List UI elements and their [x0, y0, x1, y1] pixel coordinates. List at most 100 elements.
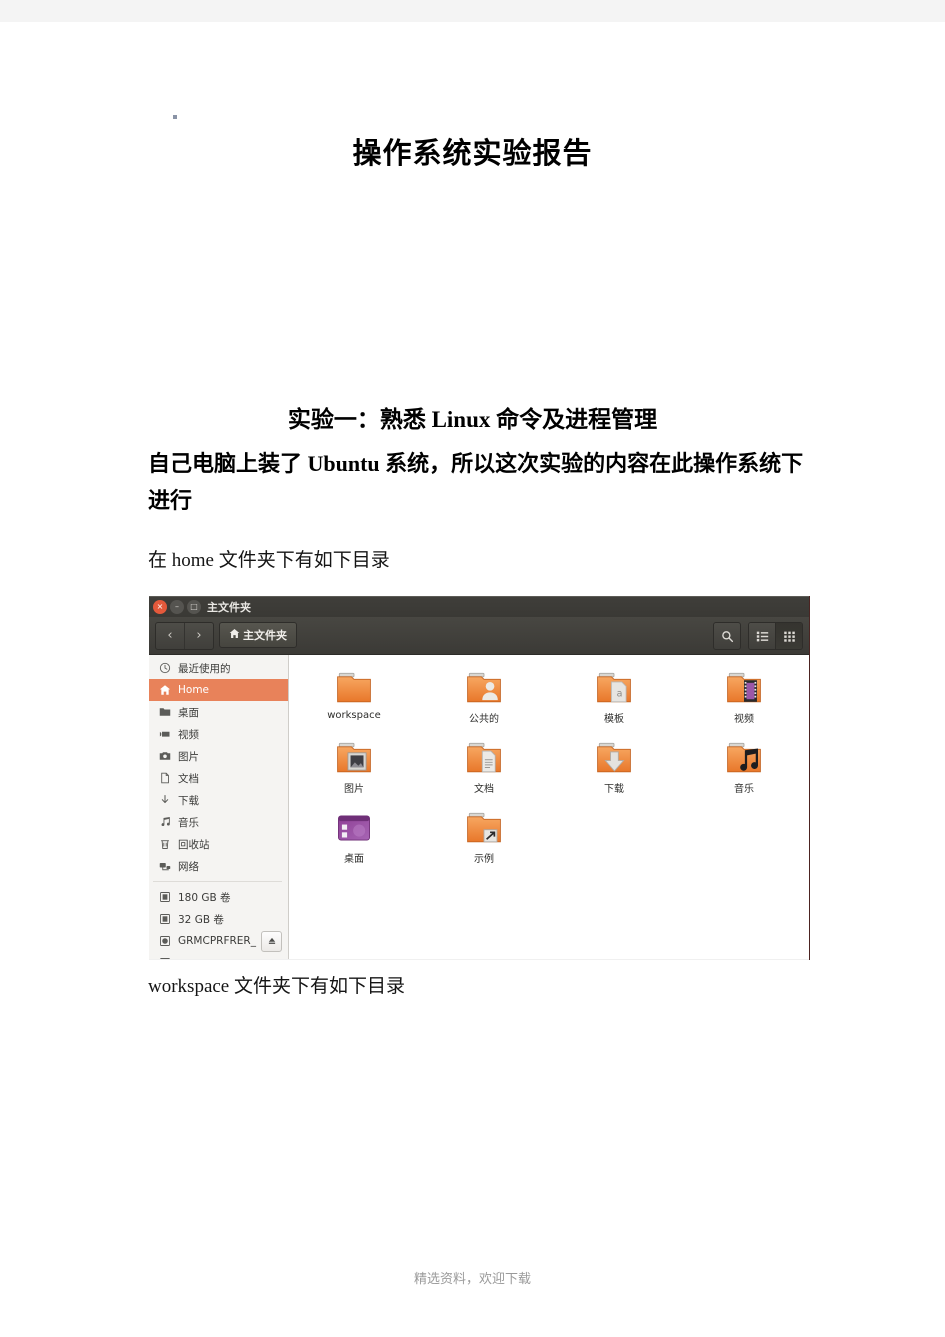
document-icon	[158, 772, 171, 785]
music-icon	[158, 816, 171, 829]
file-label: 图片	[344, 784, 364, 795]
sidebar-volume-partial[interactable]	[149, 952, 288, 959]
sidebar-volume-disc[interactable]: GRMCPRFRER_	[149, 930, 288, 952]
folder-videos-icon	[723, 669, 765, 707]
sidebar-item-desktop[interactable]: 桌面	[149, 701, 288, 723]
file-item[interactable]: 图片	[289, 739, 419, 795]
folder-documents-icon	[463, 739, 505, 777]
paragraph-workspace: workspace 文件夹下有如下目录	[148, 976, 405, 997]
sidebar-item-label: 网络	[178, 860, 199, 873]
navigation-buttons[interactable]: ‹ ›	[155, 622, 214, 650]
window-controls[interactable]: × – □	[153, 600, 201, 614]
download-icon	[158, 794, 171, 807]
video-icon	[158, 728, 171, 741]
stray-dot	[173, 115, 177, 119]
desktop-icon	[333, 809, 375, 847]
footer-note: 精选资料，欢迎下载	[413, 1271, 531, 1286]
sidebar-item-label: 文档	[178, 772, 199, 785]
file-item[interactable]: 文档	[419, 739, 549, 795]
sidebar: 最近使用的 Home 桌面 视频 图片 文档 下载 音乐 回收站 网络 180 …	[149, 655, 289, 959]
sidebar-item-label: 图片	[178, 750, 199, 763]
sidebar-volume-label: 32 GB 卷	[178, 913, 224, 926]
file-label: 文档	[474, 784, 494, 795]
toolbar-right-group	[713, 622, 803, 650]
paragraph-bold: 自己电脑上装了 Ubuntu 系统，所以这次实验的内容在此操作系统下进行	[148, 451, 804, 513]
screenshot-crop-edge	[149, 959, 809, 960]
disc-icon	[158, 935, 171, 948]
home-icon	[158, 684, 171, 697]
folder-pictures-icon	[333, 739, 375, 777]
sidebar-item-network[interactable]: 网络	[149, 855, 288, 877]
sidebar-item-label: 桌面	[178, 706, 199, 719]
search-icon[interactable]	[713, 622, 741, 650]
sidebar-divider	[153, 881, 282, 882]
file-label: 模板	[604, 714, 624, 725]
breadcrumb-home-button[interactable]: 主文件夹	[219, 622, 297, 648]
sidebar-item-label: 音乐	[178, 816, 199, 829]
back-button[interactable]: ‹	[156, 623, 184, 649]
folder-downloads-icon	[593, 739, 635, 777]
clock-icon	[158, 662, 171, 675]
file-label: 公共的	[469, 714, 499, 725]
window-toolbar: ‹ › 主文件夹	[149, 617, 809, 655]
section-heading: 实验一：熟悉 Linux 命令及进程管理	[287, 407, 658, 432]
file-item[interactable]: workspace	[289, 669, 419, 725]
sidebar-item-documents[interactable]: 文档	[149, 767, 288, 789]
file-item[interactable]: 示例	[419, 809, 549, 865]
window-body: 最近使用的 Home 桌面 视频 图片 文档 下载 音乐 回收站 网络 180 …	[149, 655, 809, 959]
file-item[interactable]: 公共的	[419, 669, 549, 725]
sidebar-item-label: 下载	[178, 794, 199, 807]
sidebar-volume-32gb[interactable]: 32 GB 卷	[149, 908, 288, 930]
close-icon[interactable]: ×	[153, 600, 167, 614]
icon-grid: workspace 公共的 a 模板 视频 图片 文档 下载 音乐 桌面 示例	[289, 669, 809, 865]
sidebar-item-downloads[interactable]: 下载	[149, 789, 288, 811]
file-item[interactable]: 视频	[679, 669, 809, 725]
network-icon	[158, 860, 171, 873]
sidebar-item-videos[interactable]: 视频	[149, 723, 288, 745]
view-toggle-group[interactable]	[748, 622, 803, 650]
file-item[interactable]: a 模板	[549, 669, 679, 725]
camera-icon	[158, 750, 171, 763]
sidebar-item-home[interactable]: Home	[149, 679, 288, 701]
minimize-icon[interactable]: –	[170, 600, 184, 614]
file-label: 音乐	[734, 784, 754, 795]
forward-button[interactable]: ›	[184, 623, 213, 649]
sidebar-item-label: 最近使用的	[178, 662, 231, 675]
maximize-icon[interactable]: □	[187, 600, 201, 614]
file-label: 桌面	[344, 854, 364, 865]
sidebar-item-label: Home	[178, 684, 210, 696]
sidebar-item-label: 视频	[178, 728, 199, 741]
trash-icon	[158, 838, 171, 851]
sidebar-item-label: 回收站	[178, 838, 210, 851]
folder-plain-icon	[333, 669, 375, 707]
window-titlebar: × – □ 主文件夹	[149, 596, 809, 617]
folder-icon	[158, 706, 171, 719]
page-title: 操作系统实验报告	[352, 138, 593, 170]
file-item[interactable]: 音乐	[679, 739, 809, 795]
file-label: 视频	[734, 714, 754, 725]
file-label: 下载	[604, 784, 624, 795]
file-list-area[interactable]: workspace 公共的 a 模板 视频 图片 文档 下载 音乐 桌面 示例	[289, 655, 809, 959]
file-item[interactable]: 下载	[549, 739, 679, 795]
grid-view-icon[interactable]	[775, 623, 802, 649]
file-item[interactable]: 桌面	[289, 809, 419, 865]
sidebar-item-trash[interactable]: 回收站	[149, 833, 288, 855]
home-icon	[229, 628, 240, 642]
sidebar-item-recent[interactable]: 最近使用的	[149, 657, 288, 679]
paragraph-home: 在 home 文件夹下有如下目录	[148, 550, 390, 571]
breadcrumb-label: 主文件夹	[243, 629, 287, 642]
list-view-icon[interactable]	[749, 623, 775, 649]
folder-templates-icon: a	[593, 669, 635, 707]
sidebar-volume-label: GRMCPRFRER_	[178, 935, 256, 947]
sidebar-item-pictures[interactable]: 图片	[149, 745, 288, 767]
sidebar-volume-180gb[interactable]: 180 GB 卷	[149, 886, 288, 908]
eject-button[interactable]	[261, 930, 282, 952]
folder-link-icon	[463, 809, 505, 847]
file-label: 示例	[474, 854, 494, 865]
document-page: 操作系统实验报告 实验一：熟悉 Linux 命令及进程管理 自己电脑上装了 Ub…	[0, 22, 945, 1337]
folder-public-icon	[463, 669, 505, 707]
file-label: workspace	[327, 710, 381, 721]
sidebar-item-music[interactable]: 音乐	[149, 811, 288, 833]
svg-text:a: a	[617, 689, 623, 700]
folder-music-icon	[723, 739, 765, 777]
